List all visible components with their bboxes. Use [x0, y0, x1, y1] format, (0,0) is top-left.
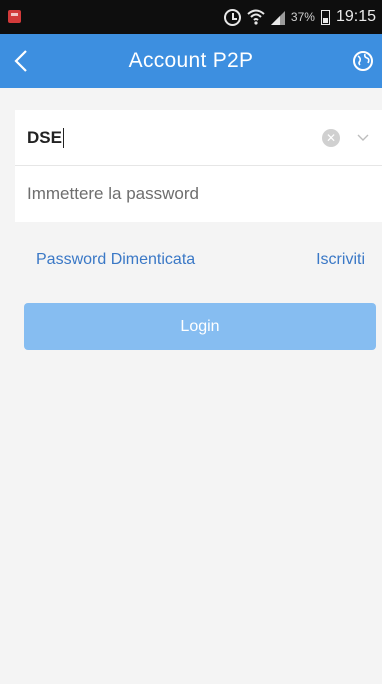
text-caret	[62, 127, 64, 148]
title-bar: Account P2P	[0, 34, 382, 88]
username-value: DSE	[27, 127, 62, 147]
chevron-down-icon[interactable]	[354, 128, 372, 146]
password-input[interactable]: Immettere la password	[27, 184, 199, 204]
globe-button[interactable]	[352, 50, 374, 72]
status-bar: 37% 19:15	[0, 0, 382, 34]
login-button-label: Login	[180, 317, 220, 335]
clear-icon[interactable]: ✕	[322, 129, 340, 147]
forgot-password-link[interactable]: Password Dimenticata	[36, 251, 195, 269]
register-link[interactable]: Iscriviti	[316, 251, 365, 269]
globe-icon	[353, 51, 373, 71]
login-button[interactable]: Login	[24, 303, 376, 350]
battery-icon	[320, 9, 330, 25]
username-input[interactable]: DSE	[27, 127, 64, 148]
login-form: DSE ✕ Immettere la password	[15, 110, 382, 222]
chevron-left-icon	[14, 50, 27, 72]
notification-icon	[8, 10, 21, 23]
password-field[interactable]: Immettere la password	[15, 166, 382, 222]
links-row: Password Dimenticata Iscriviti	[0, 247, 382, 277]
battery-percentage: 37%	[290, 10, 315, 24]
wifi-icon	[247, 9, 265, 25]
page-title: Account P2P	[128, 49, 254, 72]
back-button[interactable]	[14, 42, 48, 80]
alarm-icon	[223, 8, 241, 26]
username-field[interactable]: DSE ✕	[15, 110, 382, 166]
status-icons: 37% 19:15	[223, 0, 376, 34]
login-screen: 37% 19:15 Account P2P DSE ✕ Immettere la…	[0, 0, 382, 684]
signal-icon	[270, 10, 285, 25]
clock: 19:15	[335, 8, 376, 25]
